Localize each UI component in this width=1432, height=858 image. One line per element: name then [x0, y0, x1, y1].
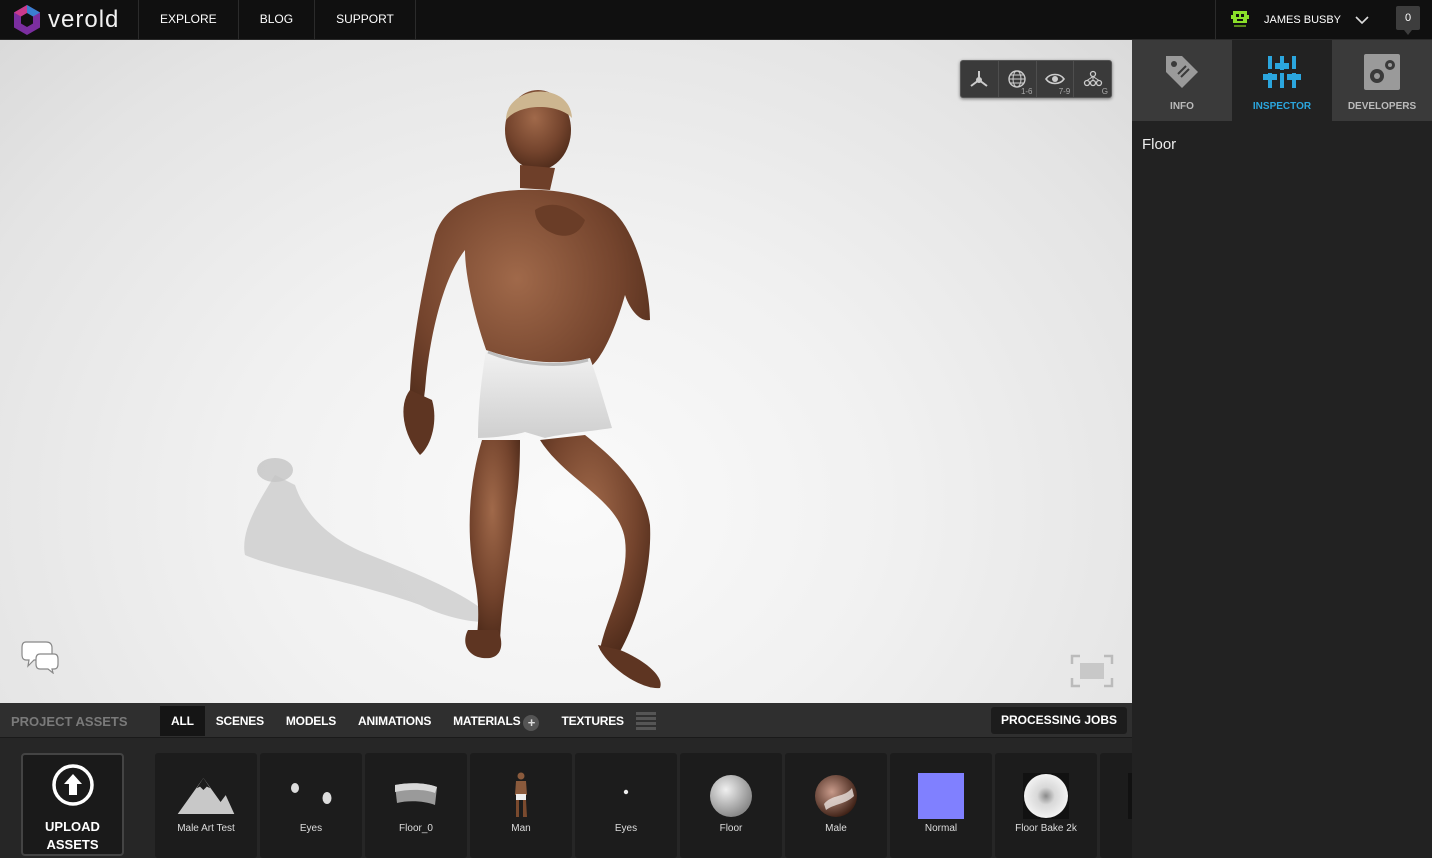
asset-tile[interactable]: S — [1100, 753, 1132, 858]
grey-sphere-icon — [710, 775, 752, 817]
asset-thumbnail — [281, 771, 341, 821]
gears-icon — [1364, 54, 1400, 90]
tab-developers[interactable]: DEVELOPERS — [1332, 40, 1432, 121]
asset-tile[interactable]: Floor Bake 2k — [995, 753, 1097, 858]
upload-label-line1: UPLOAD — [45, 819, 100, 834]
panel-tabs: INFO INSPECTOR DEVELOPERS — [1132, 40, 1432, 121]
tool-key-label: 7-9 — [1058, 87, 1071, 96]
nav-support[interactable]: SUPPORT — [314, 0, 416, 40]
assets-bar: PROJECT ASSETS ALL SCENES MODELS ANIMATI… — [0, 703, 1132, 738]
visibility-tool[interactable]: 7-9 — [1037, 61, 1075, 97]
right-panel: INFO INSPECTOR DEVELOPERS Floor — [1132, 40, 1432, 858]
logo-text: verold — [48, 6, 120, 33]
processing-jobs-button[interactable]: PROCESSING JOBS — [991, 707, 1127, 734]
upload-label: UPLOAD ASSETS — [23, 818, 122, 854]
asset-thumbnail — [596, 771, 656, 821]
tool-key-label: 1-6 — [1020, 87, 1033, 96]
assets-row: UPLOAD ASSETS Male Art Test Eyes Floor_0… — [0, 738, 1132, 858]
nav-blog[interactable]: BLOG — [237, 0, 314, 40]
tool-key-label: G — [1101, 87, 1108, 96]
man-figure-icon — [515, 772, 527, 817]
upload-assets-button[interactable]: UPLOAD ASSETS — [21, 753, 124, 856]
asset-label: Floor — [719, 823, 743, 834]
add-material-icon[interactable]: + — [523, 715, 540, 731]
asset-filters: ALL SCENES MODELS ANIMATIONS MATERIALS + … — [160, 706, 657, 736]
inspector-title: Floor — [1142, 136, 1177, 153]
asset-thumbnail — [911, 771, 971, 821]
avatar — [1231, 11, 1249, 27]
hierarchy-tool[interactable]: G — [1074, 61, 1111, 97]
asset-thumbnail — [176, 771, 236, 821]
asset-tile[interactable]: Male — [785, 753, 887, 858]
asset-tile[interactable]: Normal — [890, 753, 992, 858]
upload-label-line2: ASSETS — [46, 837, 99, 852]
wireframe-tool[interactable]: 1-6 — [999, 61, 1037, 97]
asset-label: Normal — [924, 823, 958, 834]
asset-label: Floor Bake 2k — [1015, 823, 1077, 834]
notification-badge[interactable]: 0 — [1396, 6, 1420, 35]
skin-sphere-icon — [815, 775, 857, 817]
asset-tile[interactable]: Eyes — [575, 753, 677, 858]
sliders-icon — [1263, 56, 1301, 88]
main-nav: EXPLORE BLOG SUPPORT — [138, 0, 416, 40]
project-assets-title: PROJECT ASSETS — [11, 714, 128, 729]
upload-icon — [52, 764, 94, 806]
asset-thumbnail — [1121, 771, 1132, 821]
asset-label: S — [1100, 823, 1132, 834]
mountain-icon — [177, 778, 235, 814]
floor-mesh-icon — [395, 783, 437, 805]
filter-scenes[interactable]: SCENES — [205, 706, 275, 736]
verold-logo[interactable]: verold — [12, 4, 119, 36]
user-menu[interactable]: JAMES BUSBY — [1215, 0, 1383, 40]
tab-inspector-label: INSPECTOR — [1252, 101, 1312, 112]
asset-label: Eyes — [614, 823, 638, 834]
asset-tile[interactable]: Eyes — [260, 753, 362, 858]
filter-materials[interactable]: MATERIALS + — [442, 706, 550, 736]
filter-textures[interactable]: TEXTURES — [550, 706, 634, 736]
filter-all[interactable]: ALL — [160, 706, 205, 736]
asset-tile[interactable]: Man — [470, 753, 572, 858]
filter-materials-label: MATERIALS — [453, 714, 521, 728]
hexagon-logo-icon — [14, 5, 40, 35]
hierarchy-icon — [1083, 70, 1102, 87]
tab-developers-label: DEVELOPERS — [1347, 101, 1417, 112]
asset-thumbnail — [1016, 771, 1076, 821]
asset-label: Male — [825, 823, 847, 834]
bake-texture-icon — [1023, 773, 1069, 819]
top-bar: verold EXPLORE BLOG SUPPORT JAMES BUSBY … — [0, 0, 1432, 40]
asset-tile[interactable]: Floor_0 — [365, 753, 467, 858]
asset-thumbnail — [806, 771, 866, 821]
asset-thumbnail — [386, 771, 446, 821]
user-name: JAMES BUSBY — [1264, 14, 1342, 26]
nav-explore[interactable]: EXPLORE — [138, 0, 238, 40]
human-model[interactable] — [220, 60, 740, 703]
tab-inspector[interactable]: INSPECTOR — [1232, 40, 1332, 121]
viewport-toolbar: 1-6 7-9 G — [960, 60, 1112, 98]
fullscreen-icon[interactable] — [1070, 654, 1114, 688]
chevron-down-icon — [1355, 16, 1369, 25]
asset-label: Male Art Test — [177, 823, 235, 834]
asset-thumbnail — [701, 771, 761, 821]
asset-tiles: Male Art Test Eyes Floor_0 Man Eyes Floo… — [155, 753, 1132, 858]
partial-thumb-icon — [1128, 773, 1132, 819]
tab-info-label: INFO — [1170, 101, 1194, 112]
dot-icon — [623, 789, 629, 795]
asset-tile[interactable]: Male Art Test — [155, 753, 257, 858]
3d-viewport[interactable]: 1-6 7-9 G — [0, 40, 1132, 703]
list-view-icon[interactable] — [635, 710, 657, 732]
asset-label: Floor_0 — [399, 823, 433, 834]
asset-label: Man — [511, 823, 531, 834]
axes-icon — [970, 71, 988, 87]
asset-label: Eyes — [299, 823, 323, 834]
tab-info[interactable]: INFO — [1132, 40, 1232, 121]
filter-models[interactable]: MODELS — [275, 706, 347, 736]
eyes-thumb-icon — [291, 783, 332, 804]
tag-icon — [1166, 56, 1198, 88]
filter-animations[interactable]: ANIMATIONS — [347, 706, 442, 736]
chat-bubbles-icon[interactable] — [20, 638, 60, 674]
asset-tile[interactable]: Floor — [680, 753, 782, 858]
normal-map-icon — [918, 773, 964, 819]
axes-tool[interactable] — [961, 61, 999, 97]
asset-thumbnail — [491, 771, 551, 821]
